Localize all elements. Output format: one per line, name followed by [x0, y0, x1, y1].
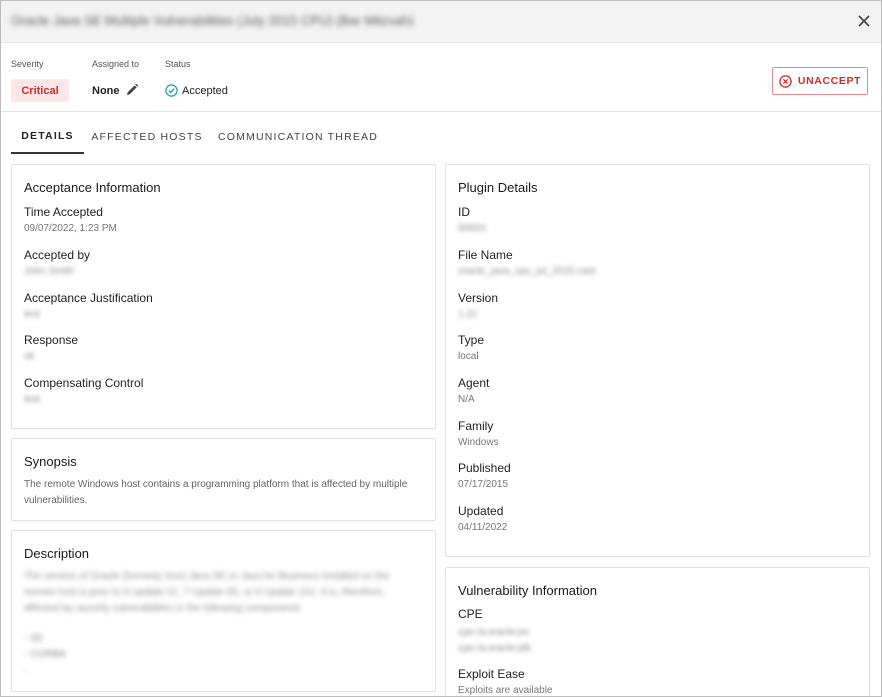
justification-value: test — [24, 309, 41, 320]
justification-label: Acceptance Justification — [24, 291, 153, 305]
status-label: Status — [165, 59, 191, 69]
close-icon — [858, 15, 870, 27]
dialog-header: Oracle Java SE Multiple Vulnerabilities … — [1, 1, 881, 43]
description-item-3: - — [24, 665, 28, 676]
edit-pencil-icon[interactable] — [125, 83, 139, 97]
family-label: Family — [458, 419, 494, 433]
description-item-1: - 2D — [24, 633, 43, 644]
exploit-ease-label: Exploit Ease — [458, 667, 525, 681]
plugin-details-title: Plugin Details — [458, 180, 538, 195]
meta-row: Severity Critical Assigned to None Statu… — [11, 59, 871, 105]
published-value: 07/17/2015 — [458, 479, 509, 490]
cpe-value-1: cpe:/a:oracle:jre — [458, 627, 530, 638]
synopsis-card: Synopsis The remote Windows host contain… — [11, 438, 436, 521]
time-accepted-value: 09/07/2022, 1:23 PM — [24, 223, 117, 234]
header-divider — [1, 111, 881, 112]
file-name-value: oracle_java_cpu_jul_2015.nasl — [458, 266, 596, 277]
plugin-details-card: Plugin Details ID 84824 File Name oracle… — [445, 164, 870, 557]
description-card: Description The version of Oracle (forme… — [11, 530, 436, 692]
synopsis-title: Synopsis — [24, 454, 77, 469]
cancel-circle-icon — [779, 74, 792, 88]
severity-group: Severity Critical — [11, 59, 69, 102]
description-text: The version of Oracle (formerly Sun) Jav… — [24, 571, 390, 614]
plugin-id-value: 84824 — [458, 223, 486, 234]
type-label: Type — [458, 333, 485, 347]
version-label: Version — [458, 291, 499, 305]
version-value: 1.21 — [458, 309, 478, 320]
type-value: local — [458, 351, 479, 362]
tab-communication-thread[interactable]: COMMUNICATION THREAD — [218, 119, 377, 154]
accepted-by-value: John Smith — [24, 266, 75, 277]
acceptance-title: Acceptance Information — [24, 180, 161, 195]
plugin-id-label: ID — [458, 205, 470, 219]
response-label: Response — [24, 333, 79, 347]
status-text: Accepted — [182, 84, 228, 97]
vulnerability-info-card: Vulnerability Information CPE cpe:/a:ora… — [445, 567, 870, 696]
severity-label: Severity — [11, 59, 44, 69]
status-group: Status Accepted — [165, 59, 228, 97]
acceptance-card: Acceptance Information Time Accepted 09/… — [11, 164, 436, 429]
agent-label: Agent — [458, 376, 490, 390]
published-label: Published — [458, 461, 511, 475]
check-circle-icon — [165, 84, 178, 97]
assigned-value: None — [92, 85, 120, 97]
assigned-label: Assigned to — [92, 59, 140, 69]
vulnerability-info-title: Vulnerability Information — [458, 583, 597, 598]
description-title: Description — [24, 546, 90, 561]
dialog: Oracle Java SE Multiple Vulnerabilities … — [0, 0, 882, 697]
compensating-control-label: Compensating Control — [24, 376, 144, 390]
severity-badge: Critical — [11, 79, 69, 102]
unaccept-button[interactable]: UNACCEPT — [772, 67, 868, 95]
response-value: ok — [24, 351, 35, 362]
updated-label: Updated — [458, 504, 504, 518]
tab-details[interactable]: DETAILS — [11, 119, 84, 154]
compensating-control-value: test — [24, 394, 41, 405]
tab-affected-hosts[interactable]: AFFECTED HOSTS — [91, 119, 201, 154]
close-button[interactable] — [853, 10, 875, 32]
agent-value: N/A — [458, 394, 475, 405]
cpe-label: CPE — [458, 607, 483, 621]
updated-value: 04/11/2022 — [458, 522, 508, 533]
family-value: Windows — [458, 437, 499, 448]
unaccept-label: UNACCEPT — [797, 75, 862, 87]
accepted-by-label: Accepted by — [24, 248, 91, 262]
cpe-value-2: cpe:/a:oracle:jdk — [458, 643, 531, 654]
status-value: Accepted — [165, 84, 228, 97]
assigned-group: Assigned to None — [92, 59, 140, 97]
file-name-label: File Name — [458, 248, 513, 262]
description-item-2: - CORBA — [24, 649, 66, 660]
dialog-title: Oracle Java SE Multiple Vulnerabilities … — [11, 13, 414, 28]
time-accepted-label: Time Accepted — [24, 205, 103, 219]
synopsis-text: The remote Windows host contains a progr… — [24, 479, 408, 506]
exploit-ease-value: Exploits are available — [458, 685, 553, 696]
